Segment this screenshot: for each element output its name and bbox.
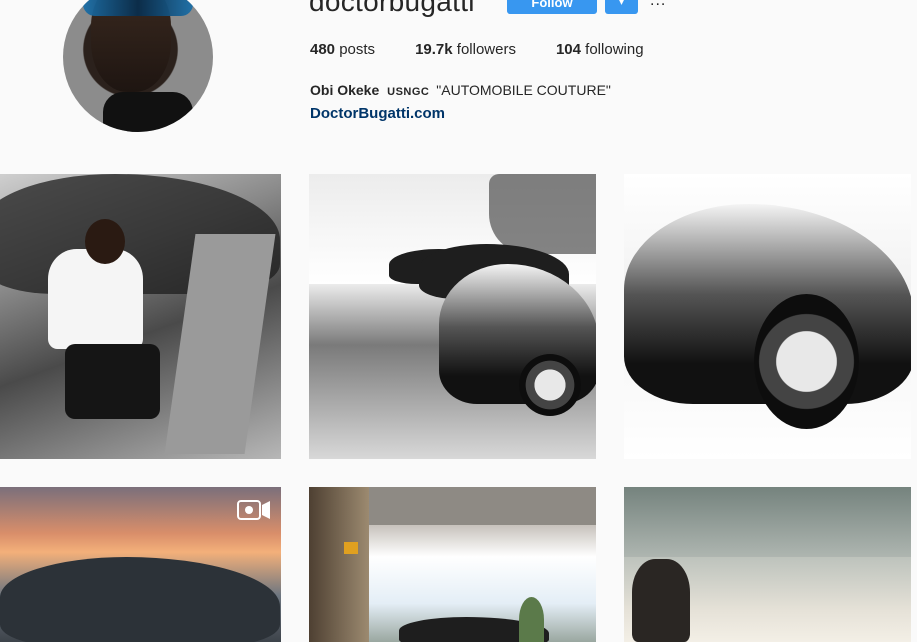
bio-tag: USNGC — [387, 86, 430, 98]
profile-avatar[interactable] — [63, 0, 213, 132]
post-tile-6[interactable] — [624, 487, 911, 642]
post-tile-2[interactable] — [309, 174, 596, 459]
pillar-shape — [309, 487, 369, 642]
car-sunset-shape — [0, 557, 280, 642]
person-pants-shape — [65, 344, 160, 419]
post-tile-3[interactable] — [624, 174, 911, 459]
profile-website-link[interactable]: DoctorBugatti.com — [310, 105, 445, 122]
follow-button[interactable]: Follow — [507, 0, 597, 14]
chevron-down-icon: ▾ — [618, 0, 625, 8]
person-hoodie-shape — [632, 559, 690, 642]
following-count: 104 — [555, 41, 581, 58]
posts-stat[interactable]: 480 posts — [310, 41, 375, 58]
avatar-sunglasses — [83, 0, 193, 16]
wheel-closeup — [754, 294, 859, 429]
pump-sign-shape — [344, 542, 358, 554]
palm-shape — [519, 597, 544, 642]
post-tile-5[interactable] — [309, 487, 596, 642]
profile-stats: 480 posts 19.7k followers 104 following — [310, 41, 684, 58]
profile-username: doctorbugatti — [309, 0, 475, 17]
bio-name: Obi Okeke — [310, 82, 380, 98]
follow-options-button[interactable]: ▾ — [605, 0, 638, 14]
person-shirt-shape — [48, 249, 143, 349]
posts-count: 480 — [310, 41, 336, 58]
followers-count: 19.7k — [415, 41, 453, 58]
video-icon — [237, 500, 270, 520]
bio-quote: "AUTOMOBILE COUTURE" — [436, 82, 611, 98]
post-tile-4[interactable] — [0, 487, 281, 642]
followers-stat[interactable]: 19.7k followers — [415, 41, 516, 58]
clouds-shape — [624, 487, 911, 557]
followers-label: followers — [456, 41, 516, 58]
following-stat[interactable]: 104 following — [556, 41, 644, 58]
post-tile-1[interactable] — [0, 174, 281, 459]
more-options-button[interactable]: ... — [650, 0, 666, 10]
trees-shape — [489, 174, 596, 254]
avatar-collar — [103, 92, 193, 132]
profile-bio: Obi Okeke USNGC "AUTOMOBILE COUTURE" — [310, 82, 611, 98]
posts-label: posts — [339, 41, 376, 58]
following-label: following — [585, 41, 644, 58]
wheel-shape — [519, 354, 581, 416]
person-head-shape — [85, 219, 125, 264]
